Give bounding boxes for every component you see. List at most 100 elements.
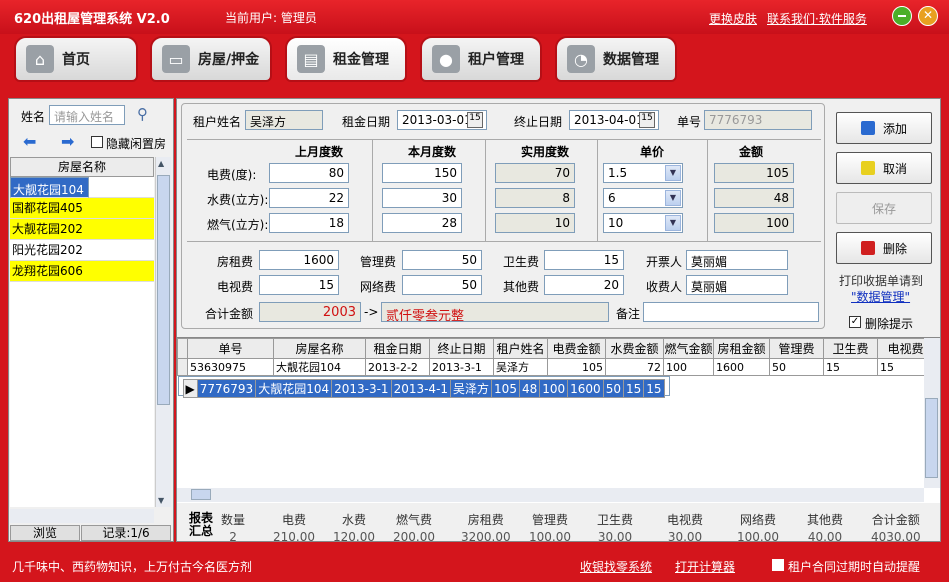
delete-prompt-checkbox[interactable]: ✓	[849, 316, 861, 328]
save-button[interactable]: 保存	[836, 192, 932, 224]
last-reading-field[interactable]: 80	[269, 163, 349, 183]
tv-fee-field[interactable]: 15	[259, 275, 339, 295]
chevron-down-icon[interactable]: ▼	[665, 215, 681, 231]
summary-key: 卫生费	[597, 513, 634, 527]
grid-column-header[interactable]: 房租金额	[713, 338, 770, 359]
records-grid[interactable]: 单号 房屋名称 租金日期 终止日期 租户姓名 电费金额 水费金额 燃气金额 房租金额 管理费 卫生费…	[177, 337, 940, 503]
summary-key: 其他费	[807, 513, 844, 527]
current-reading-field[interactable]: 28	[382, 213, 462, 233]
title-bar: 620出租屋管理系统 V2.0 当前用户: 管理员 更换皮肤 联系我们·软件服务…	[0, 0, 949, 34]
mgmt-fee-field[interactable]: 50	[402, 250, 482, 270]
order-field[interactable]: 7776793	[704, 110, 812, 130]
grid-column-header[interactable]: 终止日期	[429, 338, 494, 359]
data-management-link[interactable]: "数据管理"	[851, 288, 910, 305]
grid-hscroll[interactable]	[177, 488, 924, 502]
unit-price-select[interactable]: 6 ▼	[603, 188, 683, 208]
net-fee-label: 网络费	[360, 280, 397, 294]
grid-column-header[interactable]: 单号	[187, 338, 274, 359]
search-icon[interactable]: ⚲	[137, 105, 148, 123]
tab-tenant-management[interactable]: ● 租户管理	[420, 36, 542, 82]
summary-key: 水费	[341, 513, 366, 527]
tab-home[interactable]: ⌂ 首页	[14, 36, 138, 82]
table-row[interactable]: 53630975 大靓花园104 2013-2-2 2013-3-1 吴泽方 105 72 1…	[177, 358, 934, 376]
table-cell: 15	[622, 379, 645, 398]
house-list-item[interactable]: 大靓花园104	[10, 177, 89, 198]
delete-prompt-label: 删除提示	[865, 317, 914, 331]
grid-vscroll[interactable]	[924, 338, 940, 488]
change-skin-link[interactable]: 更换皮肤	[709, 10, 757, 27]
table-cell: 吴泽方	[493, 358, 548, 376]
summary-item: 卫生费 30.00	[597, 511, 633, 544]
grid-column-header[interactable]: 水费金额	[605, 338, 664, 359]
other-fee-field[interactable]: 20	[544, 275, 624, 295]
calendar-icon[interactable]: 15	[467, 112, 483, 128]
current-reading-field[interactable]: 150	[382, 163, 462, 183]
house-list-item[interactable]: 阳光花园202	[10, 240, 154, 261]
summary-value: 100.00	[737, 530, 779, 544]
name-search-input[interactable]: 请输入姓名	[49, 105, 125, 125]
unit-price-select[interactable]: 10 ▼	[603, 213, 683, 233]
summary-item: 网络费 100.00	[737, 511, 779, 544]
grid-column-header[interactable]: 电费金额	[547, 338, 606, 359]
unit-price-select[interactable]: 1.5 ▼	[603, 163, 683, 183]
tv-fee-label: 电视费	[217, 280, 254, 294]
meter-header-price: 单价	[639, 145, 664, 159]
tab-house-deposit[interactable]: ▭ 房屋/押金	[150, 36, 272, 82]
tenant-label: 租户姓名	[193, 115, 242, 129]
hide-idle-checkbox[interactable]	[91, 136, 103, 148]
issuer-label: 开票人	[646, 255, 683, 269]
amount-field: 48	[714, 188, 794, 208]
prev-arrow-icon[interactable]: ⬅	[23, 132, 36, 151]
current-reading-field[interactable]: 30	[382, 188, 462, 208]
summary-value: 100.00	[529, 530, 571, 544]
grid-column-header[interactable]: 租金日期	[365, 338, 430, 359]
chevron-down-icon[interactable]: ▼	[665, 165, 681, 181]
contact-link[interactable]: 联系我们·软件服务	[767, 10, 867, 27]
meter-label: 电费(度):	[207, 168, 257, 182]
summary-value: 40.00	[807, 530, 843, 544]
calendar-icon[interactable]: 15	[639, 112, 655, 128]
order-label: 单号	[677, 115, 702, 129]
summary-value: 30.00	[597, 530, 633, 544]
summary-value: 2	[229, 530, 237, 544]
hygiene-fee-field[interactable]: 15	[544, 250, 624, 270]
summary-item: 管理费 100.00	[529, 511, 571, 544]
grid-column-header[interactable]: 燃气金额	[663, 338, 714, 359]
cashier-link[interactable]: 收银找零系统	[580, 558, 652, 575]
divider	[597, 139, 598, 241]
tab-data-management[interactable]: ◔ 数据管理	[555, 36, 677, 82]
table-row[interactable]: ▶ 7776793 大靓花园104 2013-3-1 2013-4-1 吴泽方 105 48 1…	[177, 376, 670, 398]
house-list-item[interactable]: 龙翔花园606	[10, 261, 154, 282]
add-button[interactable]: 添加	[836, 112, 932, 144]
next-arrow-icon[interactable]: ➡	[61, 132, 74, 151]
delete-button[interactable]: 删除	[836, 232, 932, 264]
receiver-field[interactable]: 莫丽媚	[686, 275, 788, 295]
grid-column-header[interactable]: 管理费	[769, 338, 824, 359]
grid-column-header[interactable]: 租户姓名	[493, 338, 548, 359]
note-field[interactable]	[643, 302, 819, 322]
table-cell: 100	[539, 379, 569, 398]
house-list-scrollbar[interactable]: ▲ ▼	[155, 157, 171, 507]
close-icon[interactable]: ✕	[918, 6, 938, 26]
grid-column-header[interactable]: 房屋名称	[273, 338, 366, 359]
calculator-link[interactable]: 打开计算器	[675, 558, 735, 575]
house-list-hscroll[interactable]	[10, 509, 154, 523]
house-list[interactable]: 大靓花园104国都花园101国都花园405大靓花园202阳光花园202龙翔花园6…	[10, 177, 154, 507]
chevron-down-icon[interactable]: ▼	[665, 190, 681, 206]
cancel-button[interactable]: 取消	[836, 152, 932, 184]
grid-column-header[interactable]: 卫生费	[823, 338, 878, 359]
last-reading-field[interactable]: 18	[269, 213, 349, 233]
house-list-item[interactable]: 大靓花园202	[10, 219, 154, 240]
rent-fee-field[interactable]: 1600	[259, 250, 339, 270]
auto-remind-checkbox[interactable]	[772, 559, 784, 571]
house-list-item[interactable]: 国都花园405	[10, 198, 154, 219]
total-amount-field: 2003	[259, 302, 361, 322]
net-fee-field[interactable]: 50	[402, 275, 482, 295]
last-reading-field[interactable]: 22	[269, 188, 349, 208]
issuer-field[interactable]: 莫丽媚	[686, 250, 788, 270]
tab-rent-management[interactable]: ▤ 租金管理	[285, 36, 407, 82]
minimize-icon[interactable]	[892, 6, 912, 26]
tenant-field[interactable]: 吴泽方	[245, 110, 323, 130]
name-label: 姓名	[21, 110, 46, 124]
card-icon: ▤	[297, 45, 325, 73]
